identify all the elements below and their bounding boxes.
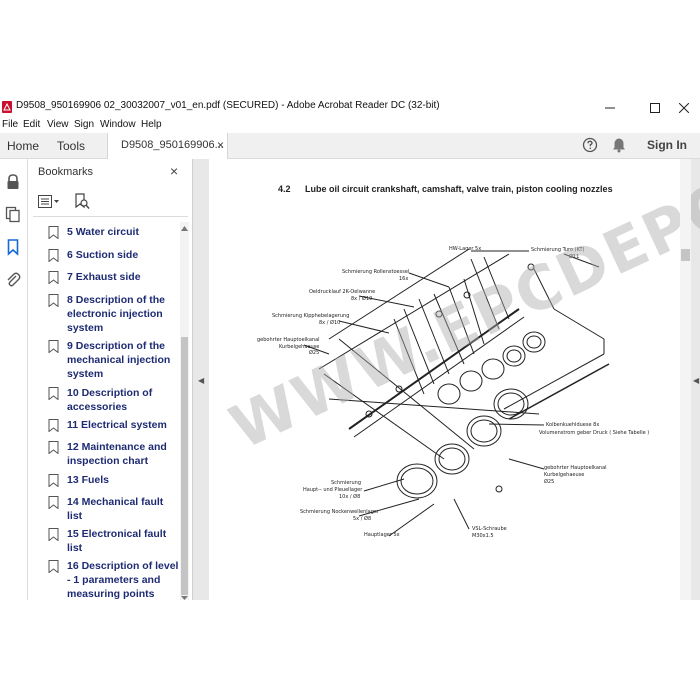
diagram-label: 8x / Ø10 — [351, 296, 373, 302]
menu-file[interactable]: File — [2, 119, 18, 130]
diagram-label: Kurbelgehaeuse — [544, 472, 585, 478]
bookmark-label: 13 Fuels — [67, 474, 110, 486]
bookmark-icon — [48, 226, 59, 239]
diagram-label: Oeldrucklauf 2K-Oelwanne — [309, 289, 376, 295]
diagram-label: HW-Lager 5x — [449, 246, 482, 252]
diagram-label: Kolbenkuehlduese 8x — [546, 422, 600, 428]
section-number: 4.2 — [278, 184, 291, 194]
bookmark-label: 15 Electronical fault list — [67, 528, 167, 554]
document-tab-close-button[interactable]: × — [217, 138, 224, 152]
diagram-label: 10x / Ø8 — [339, 494, 361, 500]
bookmarks-divider — [33, 216, 188, 217]
diagram-label: Schmierung Kipphebelagerung — [272, 313, 350, 319]
bookmarks-toolbar — [36, 193, 94, 211]
bookmark-icon — [48, 294, 59, 307]
bookmark-label: 12 Maintenance and inspection chart — [67, 441, 167, 467]
diagram-label: M30x1.5 — [472, 533, 494, 539]
diagram-label: Ø25 — [544, 479, 555, 485]
diagram-label: gebohrter Hauptoelkanal — [257, 337, 320, 343]
bookmark-icon — [48, 271, 59, 284]
window-title: D9508_950169906 02_30032007_v01_en.pdf (… — [16, 100, 440, 111]
bookmark-icon — [48, 249, 59, 262]
bookmark-icon — [48, 560, 59, 573]
diagram-label: Haupt-- und Pleuellager — [303, 487, 363, 493]
diagram-label: 8x / Ø10 — [319, 320, 341, 326]
bookmark-panel-icon[interactable] — [4, 238, 22, 256]
bookmark-label: 11 Electrical system — [67, 419, 167, 431]
close-window-button[interactable] — [662, 96, 700, 119]
help-icon[interactable] — [582, 137, 598, 153]
bookmark-icon — [48, 496, 59, 509]
diagram-label: 5x / Ø8 — [353, 516, 372, 522]
bookmark-label: 9 Description of the mechanical injectio… — [67, 340, 171, 380]
bookmarks-scrollbar-thumb[interactable] — [181, 337, 188, 595]
diagram-label: Volumenstrom geber Druck ( Siehe Tabelle… — [539, 430, 650, 436]
page-thumbnails-icon[interactable] — [4, 205, 22, 223]
document-scrollbar-thumb[interactable] — [681, 249, 690, 261]
menu-edit[interactable]: Edit — [23, 119, 40, 130]
bookmark-label: 14 Mechanical fault list — [67, 496, 164, 522]
menu-help[interactable]: Help — [141, 119, 162, 130]
diagram-label: Hauptlager 5x — [364, 532, 400, 538]
attachment-icon[interactable] — [4, 271, 22, 289]
tab-tools[interactable]: Tools — [57, 133, 85, 159]
bookmark-label: 6 Suction side — [67, 249, 139, 261]
acrobat-app-icon — [2, 101, 12, 113]
bookmark-icon — [48, 387, 59, 400]
lock-icon[interactable] — [4, 173, 22, 191]
navigation-rail — [0, 159, 28, 600]
menu-sign[interactable]: Sign — [74, 119, 94, 130]
diagram-label: Schmierung Nockenwellenlager — [300, 509, 380, 515]
document-scrollbar[interactable] — [680, 159, 691, 600]
minimize-button[interactable] — [588, 96, 632, 119]
diagram-label: gebohrter Hauptoelkanal — [544, 465, 607, 471]
bookmark-label: 16 Description of level - 1 parameters a… — [67, 560, 179, 600]
diagram-label: Schmierung Rollenstoessel — [342, 269, 410, 275]
collapse-left-panel-arrow-icon[interactable]: ◀ — [198, 376, 204, 385]
tab-document[interactable]: D9508_950169906... × — [107, 133, 228, 159]
notification-bell-icon[interactable] — [612, 137, 626, 153]
bookmarks-close-button[interactable]: × — [170, 163, 178, 179]
bookmark-icon — [48, 419, 59, 432]
bookmark-search-icon[interactable] — [74, 193, 90, 211]
tab-home[interactable]: Home — [7, 133, 39, 159]
close-icon — [679, 102, 689, 113]
scroll-up-arrow-icon[interactable] — [181, 226, 188, 231]
acrobat-reader-window: D9508_950169906 02_30032007_v01_en.pdf (… — [0, 0, 700, 700]
minimize-icon — [605, 107, 615, 108]
diagram-label: 16x — [399, 276, 409, 282]
diagram-label: VSL-Schraube — [472, 526, 507, 532]
maximize-icon — [650, 102, 660, 113]
bookmark-label: 8 Description of the electronic injectio… — [67, 294, 166, 334]
bookmark-options-menu-icon[interactable] — [38, 195, 60, 209]
bookmark-icon — [48, 474, 59, 487]
menu-view[interactable]: View — [47, 119, 69, 130]
bookmark-icon — [48, 528, 59, 541]
sign-in-button[interactable]: Sign In — [647, 138, 687, 152]
bookmark-label: 5 Water circuit — [67, 226, 139, 238]
document-tab-label: D9508_950169906... — [121, 139, 224, 151]
bookmarks-header: Bookmarks — [38, 166, 94, 178]
diagram-label: Schmierung — [331, 480, 361, 486]
menu-window[interactable]: Window — [100, 119, 136, 130]
section-title: Lube oil circuit crankshaft, camshaft, v… — [305, 184, 613, 194]
bookmark-icon — [48, 441, 59, 454]
bookmark-label: 10 Description of accessories — [67, 387, 153, 413]
expand-right-panel-arrow-icon[interactable]: ◀ — [693, 376, 699, 385]
scroll-down-arrow-icon[interactable] — [181, 596, 188, 600]
bookmark-icon — [48, 340, 59, 353]
bookmark-label: 7 Exhaust side — [67, 271, 141, 283]
